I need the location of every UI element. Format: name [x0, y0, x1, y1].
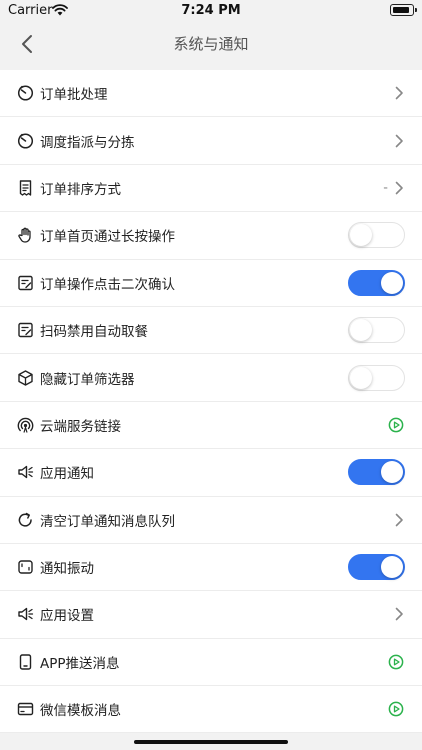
settings-row[interactable]: 应用通知 — [0, 449, 422, 497]
clock-icon — [17, 85, 34, 101]
settings-row[interactable]: 云端服务链接 — [0, 402, 422, 450]
settings-row-label: 清空订单通知消息队列 — [40, 513, 175, 530]
box-icon — [18, 369, 33, 386]
chevron-right-icon — [395, 608, 403, 621]
card-icon — [17, 703, 34, 716]
status-bar: Carrier 7:24 PM — [0, 0, 422, 22]
settings-row[interactable]: 订单排序方式 - — [0, 165, 422, 213]
vibrate-icon — [18, 560, 33, 574]
settings-row-label: 订单批处理 — [40, 87, 108, 104]
settings-row[interactable]: 隐藏订单筛选器 — [0, 354, 422, 402]
toggle-knob — [381, 461, 403, 484]
settings-row[interactable]: 应用设置 — [0, 591, 422, 639]
settings-row[interactable]: 扫码禁用自动取餐 — [0, 307, 422, 355]
nav-bar: 系统与通知 — [0, 22, 422, 66]
toggle-switch[interactable] — [348, 459, 405, 486]
signal-icon — [17, 417, 34, 433]
receipt-icon — [19, 180, 32, 196]
clock-time: 7:24 PM — [181, 3, 241, 18]
settings-row-value: - — [383, 180, 388, 196]
chevron-right-icon — [395, 181, 403, 195]
settings-row-label: 云端服务链接 — [40, 418, 121, 435]
settings-row-label: 应用设置 — [40, 608, 94, 625]
settings-row-label: 订单操作点击二次确认 — [40, 276, 175, 293]
page-title: 系统与通知 — [173, 35, 249, 53]
settings-row-label: 隐藏订单筛选器 — [40, 371, 135, 388]
refresh-icon — [18, 512, 32, 527]
play-icon[interactable] — [388, 701, 404, 717]
clock-icon — [17, 133, 34, 149]
toggle-knob — [381, 556, 403, 579]
battery-icon — [390, 4, 417, 16]
toggle-switch[interactable] — [348, 364, 405, 391]
chevron-right-icon — [395, 134, 403, 147]
settings-list: 订单批处理调度指派与分拣 订单排序方式 - 订单首页通过长按操作 订单操作点击二次确认扫… — [0, 70, 422, 734]
play-icon[interactable] — [388, 417, 404, 433]
chevron-right-icon — [395, 86, 403, 100]
toggle-switch[interactable] — [348, 317, 405, 344]
settings-row[interactable]: 订单批处理 — [0, 70, 422, 118]
settings-row-label: 微信模板消息 — [40, 703, 121, 720]
settings-row-label: 调度指派与分拣 — [40, 134, 135, 151]
toggle-switch[interactable] — [348, 222, 405, 249]
toggle-knob — [350, 319, 372, 342]
chevron-right-icon — [395, 513, 403, 527]
settings-row[interactable]: 微信模板消息 — [0, 686, 422, 734]
settings-row-label: APP推送消息 — [40, 655, 120, 672]
home-indicator — [134, 740, 288, 744]
speaker-icon — [18, 608, 34, 621]
settings-row[interactable]: 清空订单通知消息队列 — [0, 497, 422, 544]
toggle-knob — [350, 366, 372, 389]
edit-doc-icon — [18, 275, 33, 290]
settings-row-label: 应用通知 — [40, 466, 94, 483]
settings-row-label: 通知振动 — [40, 561, 94, 578]
speaker-icon — [18, 466, 34, 479]
hand-icon — [18, 228, 31, 244]
settings-row-label: 扫码禁用自动取餐 — [40, 324, 148, 341]
toggle-switch[interactable] — [348, 269, 405, 296]
settings-row[interactable]: 订单操作点击二次确认 — [0, 260, 422, 307]
phone-icon — [19, 654, 32, 670]
settings-row[interactable]: 调度指派与分拣 — [0, 117, 422, 165]
toggle-switch[interactable] — [348, 554, 405, 581]
play-icon[interactable] — [388, 654, 404, 670]
settings-row-label: 订单首页通过长按操作 — [40, 229, 175, 246]
settings-row-label: 订单排序方式 — [40, 181, 121, 198]
settings-row[interactable]: 订单首页通过长按操作 — [0, 212, 422, 260]
toggle-knob — [381, 271, 403, 294]
settings-row[interactable]: 通知振动 — [0, 544, 422, 592]
toggle-knob — [350, 224, 372, 247]
settings-row[interactable]: APP推送消息 — [0, 639, 422, 687]
edit-doc-icon — [18, 322, 33, 338]
